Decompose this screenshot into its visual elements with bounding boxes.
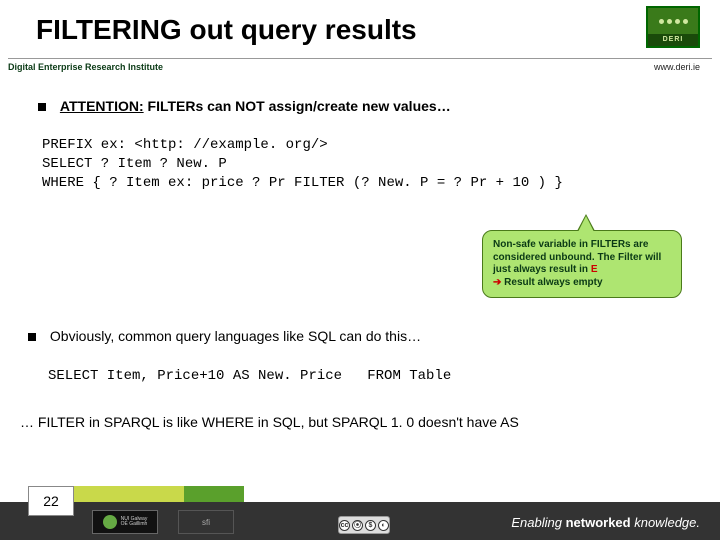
- sparql-code: PREFIX ex: <http: //example. org/> SELEC…: [42, 136, 563, 193]
- deri-logo: DERI: [646, 6, 700, 48]
- bullet-obviously: Obviously, common query languages like S…: [28, 328, 421, 344]
- footnote: … FILTER in SPARQL is like WHERE in SQL,…: [20, 414, 519, 430]
- bullet-attention: ATTENTION: FILTERs can NOT assign/create…: [38, 98, 451, 114]
- attention-text: FILTERs can NOT assign/create new values…: [144, 98, 451, 114]
- bullet-icon: [28, 333, 36, 341]
- callout-e: E: [591, 264, 598, 275]
- cc-license-icon: cc⦿$◐: [338, 516, 390, 534]
- page-title: FILTERING out query results: [36, 14, 417, 46]
- callout-text-2: Result always empty: [501, 277, 602, 288]
- page-number: 22: [28, 486, 74, 516]
- slide: FILTERING out query results DERI Digital…: [0, 0, 720, 540]
- tagline: Enabling networked knowledge.: [511, 515, 700, 530]
- institute-name: Digital Enterprise Research Institute: [8, 62, 163, 72]
- deri-logo-label: DERI: [648, 34, 698, 46]
- bullet2-text: Obviously, common query languages like S…: [50, 328, 421, 344]
- divider: [8, 58, 712, 59]
- sfi-logo: sfi: [178, 510, 234, 534]
- nuig-logo: NUI GalwayOÉ Gaillimh: [92, 510, 158, 534]
- attention-label: ATTENTION:: [60, 98, 144, 114]
- sql-code: SELECT Item, Price+10 AS New. Price FROM…: [48, 368, 451, 384]
- site-url: www.deri.ie: [654, 62, 700, 72]
- callout: Non-safe variable in FILTERs are conside…: [482, 230, 682, 298]
- callout-text-1: Non-safe variable in FILTERs are conside…: [493, 239, 661, 275]
- footer-accent: [74, 486, 244, 502]
- bullet-icon: [38, 103, 46, 111]
